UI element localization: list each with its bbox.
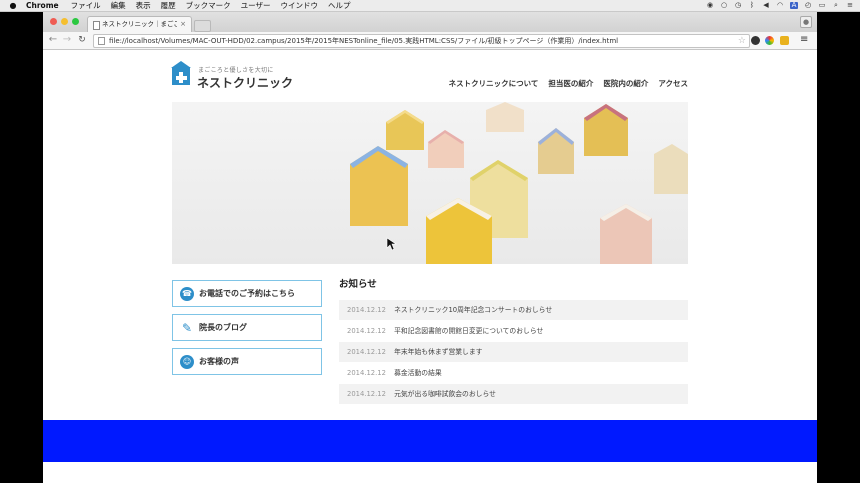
profile-icon[interactable]: ● [800, 16, 812, 28]
menubar-item-bookmarks[interactable]: ブックマーク [186, 0, 231, 11]
browser-toolbar: ← → ↻ file://localhost/Volumes/MAC-OUT-H… [43, 32, 817, 50]
news-section: お知らせ 2014.12.12 ネストクリニック10周年記念コンサートのおしらせ… [339, 278, 688, 405]
news-heading: お知らせ [339, 279, 377, 290]
page-favicon-icon [93, 21, 100, 30]
bluetooth-icon[interactable]: ᛒ [748, 2, 756, 9]
menubar-app-name[interactable]: Chrome [26, 0, 59, 11]
phone-reservation-button[interactable]: ☎ お電話でのご予約はこちら [172, 280, 322, 307]
chrome-menu-icon[interactable]: ≡ [800, 34, 808, 45]
news-item[interactable]: 2014.12.12 募金活動の結果 [339, 363, 688, 383]
news-item[interactable]: 2014.12.12 元気が出る咖啡試飲会のおしらせ [339, 384, 688, 404]
news-text: 募金活動の結果 [394, 369, 442, 377]
customer-voice-label: お客様の声 [199, 357, 239, 366]
window-maximize-button[interactable] [72, 18, 79, 25]
cloud-icon[interactable]: ○ [720, 2, 728, 9]
bookmark-star-icon[interactable]: ☆ [738, 35, 746, 47]
site-logo[interactable]: まごころと優しさを大切に ネストクリニック [171, 61, 294, 90]
spotlight-search-icon[interactable]: ⌕ [832, 2, 840, 9]
news-date: 2014.12.12 [347, 390, 386, 398]
medical-cross-icon [172, 67, 190, 85]
customer-voice-button[interactable]: ☺ お客様の声 [172, 348, 322, 375]
window-minimize-button[interactable] [61, 18, 68, 25]
address-url: file://localhost/Volumes/MAC-OUT-HDD/02.… [109, 37, 619, 45]
notification-center-icon[interactable]: ≡ [846, 2, 854, 9]
menubar-item-edit[interactable]: 編集 [111, 0, 126, 11]
news-date: 2014.12.12 [347, 348, 386, 356]
time-machine-icon[interactable]: ◷ [734, 2, 742, 9]
menubar-item-help[interactable]: ヘルプ [328, 0, 351, 11]
browser-window: ネストクリニック｜まごころ × ● ← → ↻ file://localhost… [43, 12, 817, 483]
nav-link-about[interactable]: ネストクリニックについて [449, 78, 539, 89]
telephone-icon: ☎ [180, 287, 194, 301]
menubar-item-history[interactable]: 履歴 [161, 0, 176, 11]
site-tagline: まごころと優しさを大切に [198, 67, 274, 74]
back-arrow-icon[interactable]: ← [48, 34, 58, 46]
news-text: ネストクリニック10周年記念コンサートのおしらせ [394, 306, 553, 314]
address-bar[interactable]: file://localhost/Volumes/MAC-OUT-HDD/02.… [93, 34, 750, 48]
extension-icon[interactable] [751, 36, 760, 45]
news-item[interactable]: 2014.12.12 平和記念図書館の開館日変更についてのおしらせ [339, 321, 688, 341]
tab-close-icon[interactable]: × [180, 17, 186, 32]
smile-icon: ☺ [180, 355, 194, 369]
wifi-icon[interactable]: ◠ [776, 2, 784, 9]
nav-link-access[interactable]: アクセス [658, 78, 688, 89]
wooden-houses-illustration [172, 102, 688, 264]
news-date: 2014.12.12 [347, 306, 386, 314]
sidebar: ☎ お電話でのご予約はこちら ✎ 院長のブログ ☺ お客様の声 [172, 280, 322, 382]
director-blog-label: 院長のブログ [199, 323, 247, 332]
news-text: 年末年始も休まず営業します [394, 348, 483, 356]
director-blog-button[interactable]: ✎ 院長のブログ [172, 314, 322, 341]
browser-tab[interactable]: ネストクリニック｜まごころ × [87, 16, 192, 33]
extension-box-icon[interactable] [780, 36, 789, 45]
menubar-item-view[interactable]: 表示 [136, 0, 151, 11]
news-item[interactable]: 2014.12.12 年末年始も休まず営業します [339, 342, 688, 362]
battery-icon[interactable]: ▭ [818, 2, 826, 9]
window-close-button[interactable] [50, 18, 57, 25]
tab-strip: ネストクリニック｜まごころ × ● [43, 12, 817, 33]
new-tab-button[interactable] [194, 20, 211, 32]
footer-bar [43, 420, 817, 462]
page-icon [98, 37, 105, 45]
phone-reservation-label: お電話でのご予約はこちら [199, 289, 295, 298]
nav-link-facility[interactable]: 医院内の紹介 [603, 78, 648, 89]
tab-title: ネストクリニック｜まごころ [102, 20, 177, 28]
news-date: 2014.12.12 [347, 327, 386, 335]
apple-menu-icon[interactable]: ● [0, 0, 26, 11]
menubar-item-window[interactable]: ウインドウ [280, 0, 318, 11]
hero-image [172, 102, 688, 264]
system-menubar: ● Chrome ファイル 編集 表示 履歴 ブックマーク ユーザー ウインドウ… [0, 0, 860, 12]
news-text: 平和記念図書館の開館日変更についてのおしらせ [394, 327, 544, 335]
input-method-icon[interactable]: A [790, 2, 798, 9]
reload-icon[interactable]: ↻ [77, 34, 87, 46]
nav-link-doctors[interactable]: 担当医の紹介 [548, 78, 593, 89]
pencil-icon: ✎ [181, 321, 193, 335]
news-date: 2014.12.12 [347, 369, 386, 377]
color-picker-extension-icon[interactable] [765, 36, 774, 45]
volume-icon[interactable]: ◀ [762, 2, 770, 9]
clock-icon[interactable]: ◴ [804, 2, 812, 9]
news-item[interactable]: 2014.12.12 ネストクリニック10周年記念コンサートのおしらせ [339, 300, 688, 320]
global-nav: ネストクリニックについて 担当医の紹介 医院内の紹介 アクセス [449, 78, 688, 89]
menubar-item-file[interactable]: ファイル [71, 0, 101, 11]
record-icon[interactable]: ◉ [706, 2, 714, 9]
forward-arrow-icon[interactable]: → [62, 34, 72, 46]
menubar-item-user[interactable]: ユーザー [241, 0, 271, 11]
web-page: まごころと優しさを大切に ネストクリニック ネストクリニックについて 担当医の紹… [43, 50, 817, 483]
news-text: 元気が出る咖啡試飲会のおしらせ [394, 390, 496, 398]
site-name: ネストクリニック [197, 76, 294, 90]
